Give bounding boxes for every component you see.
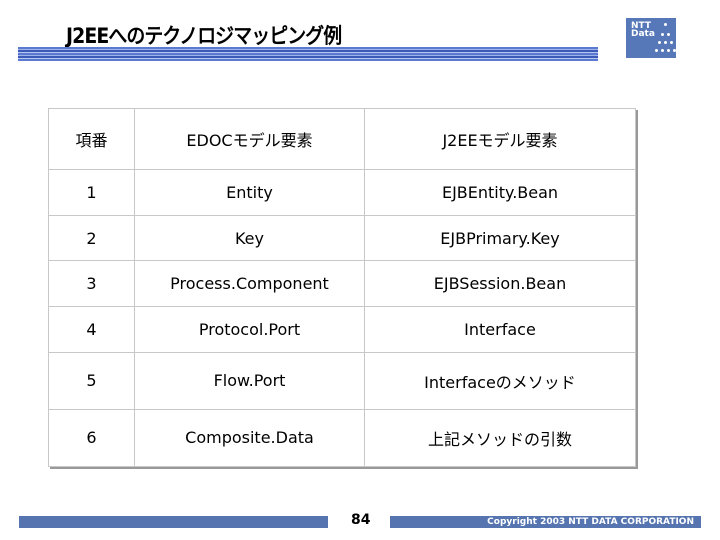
ntt-data-logo: NTT Data (626, 18, 676, 58)
cell: Entity (134, 169, 365, 216)
cell: 1 (48, 169, 135, 216)
cell: 2 (48, 214, 135, 262)
header-cell: J2EEモデル要素 (364, 108, 636, 170)
title-stripe (18, 47, 598, 61)
slide-title: J2EEへのテクノロジマッピング例 (66, 24, 342, 48)
table-header-row: 項番 EDOCモデル要素 J2EEモデル要素 (48, 108, 636, 170)
table-row: 1 Entity EJBEntity.Bean (48, 169, 636, 216)
cell: EJBEntity.Bean (364, 169, 636, 216)
cell: EJBSession.Bean (364, 260, 636, 308)
cell: 5 (48, 351, 135, 410)
cell: 6 (48, 408, 135, 468)
cell: EJBPrimary.Key (364, 214, 636, 262)
table-row: 4 Protocol.Port Interface (48, 306, 636, 353)
table-row: 5 Flow.Port Interfaceのメソッド (48, 351, 636, 410)
cell: Composite.Data (134, 408, 365, 468)
cell: Interface (364, 306, 636, 353)
cell: Process.Component (134, 260, 365, 308)
table-row: 6 Composite.Data 上記メソッドの引数 (48, 408, 636, 468)
header-cell: EDOCモデル要素 (134, 108, 365, 170)
cell: Flow.Port (134, 351, 365, 410)
mapping-table: 項番 EDOCモデル要素 J2EEモデル要素 1 Entity EJBEntity.… (48, 108, 636, 468)
cell: Key (134, 214, 365, 262)
table-row: 3 Process.Component EJBSession.Bean (48, 260, 636, 308)
footer-bar-left (19, 516, 328, 528)
cell: 上記メソッドの引数 (364, 408, 636, 468)
header-cell: 項番 (48, 108, 135, 170)
cell: Interfaceのメソッド (364, 351, 636, 410)
table-row: 2 Key EJBPrimary.Key (48, 214, 636, 262)
cell: 3 (48, 260, 135, 308)
page-number: 84 (351, 512, 371, 528)
cell: 4 (48, 306, 135, 353)
cell: Protocol.Port (134, 306, 365, 353)
copyright: Copyright 2003 NTT DATA CORPORATION (487, 517, 694, 527)
